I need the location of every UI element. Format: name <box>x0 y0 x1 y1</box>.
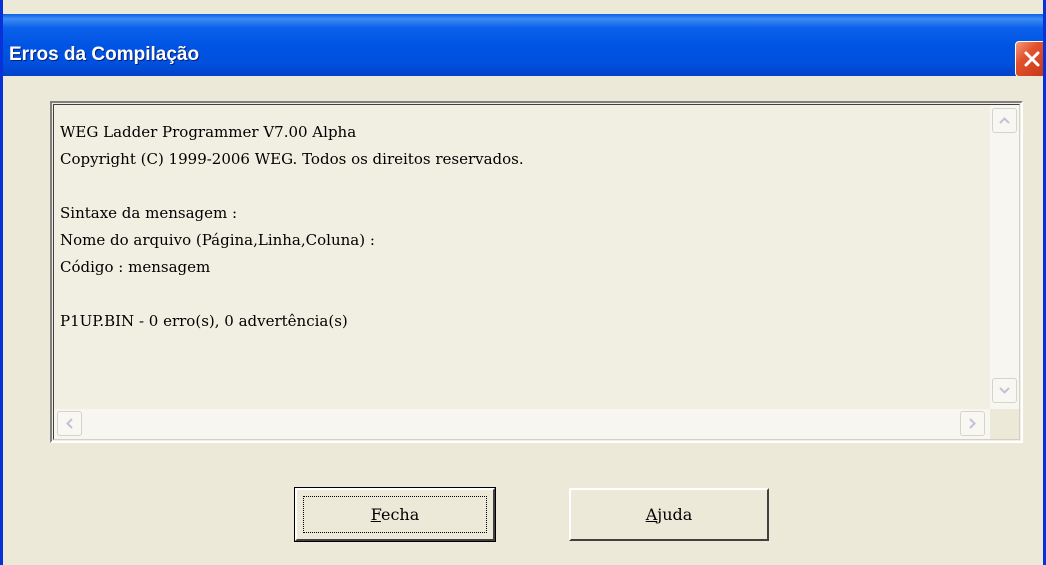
scroll-left-button[interactable] <box>57 411 82 436</box>
ajuda-label: Ajuda <box>646 505 693 524</box>
output-line: Nome do arquivo (Página,Linha,Coluna) : <box>60 231 375 249</box>
output-line: Código : mensagem <box>60 258 211 276</box>
compile-errors-dialog: Erros da Compilação WEG Ladder Programme… <box>0 0 1046 565</box>
vertical-scrollbar[interactable] <box>990 105 1019 409</box>
fecha-label: Fecha <box>371 505 420 524</box>
chevron-up-icon <box>999 117 1010 124</box>
scrollbar-corner <box>990 409 1019 439</box>
close-dialog-button[interactable]: Fecha <box>294 487 496 542</box>
chevron-down-icon <box>999 387 1010 394</box>
output-line: Copyright (C) 1999-2006 WEG. Todos os di… <box>60 150 524 168</box>
textbox-frame: WEG Ladder Programmer V7.00 Alpha Copyrig… <box>53 104 1020 440</box>
scroll-up-button[interactable] <box>992 108 1017 133</box>
window-title: Erros da Compilação <box>9 44 200 65</box>
output-line: P1UP.BIN - 0 erro(s), 0 advertência(s) <box>60 312 348 330</box>
output-line: WEG Ladder Programmer V7.00 Alpha <box>60 123 357 141</box>
compile-output-textbox[interactable]: WEG Ladder Programmer V7.00 Alpha Copyrig… <box>50 101 1023 443</box>
chevron-left-icon <box>66 418 73 429</box>
ajuda-accelerator: A <box>645 505 658 524</box>
fecha-accelerator: F <box>370 505 381 524</box>
close-icon <box>1024 51 1040 67</box>
help-button[interactable]: Ajuda <box>569 488 769 541</box>
output-line: ​ <box>60 173 980 200</box>
chevron-right-icon <box>969 418 976 429</box>
horizontal-scrollbar[interactable] <box>54 409 993 439</box>
output-line: ​ <box>60 281 980 308</box>
compile-output-text: WEG Ladder Programmer V7.00 Alpha Copyrig… <box>60 119 980 409</box>
ajuda-label-rest: juda <box>657 505 693 524</box>
output-line: Sintaxe da mensagem : <box>60 204 238 222</box>
scroll-down-button[interactable] <box>992 378 1017 403</box>
fecha-label-rest: echa <box>380 505 420 524</box>
title-bar[interactable]: Erros da Compilação <box>3 14 1043 77</box>
scroll-right-button[interactable] <box>960 411 985 436</box>
close-button[interactable] <box>1015 41 1043 77</box>
